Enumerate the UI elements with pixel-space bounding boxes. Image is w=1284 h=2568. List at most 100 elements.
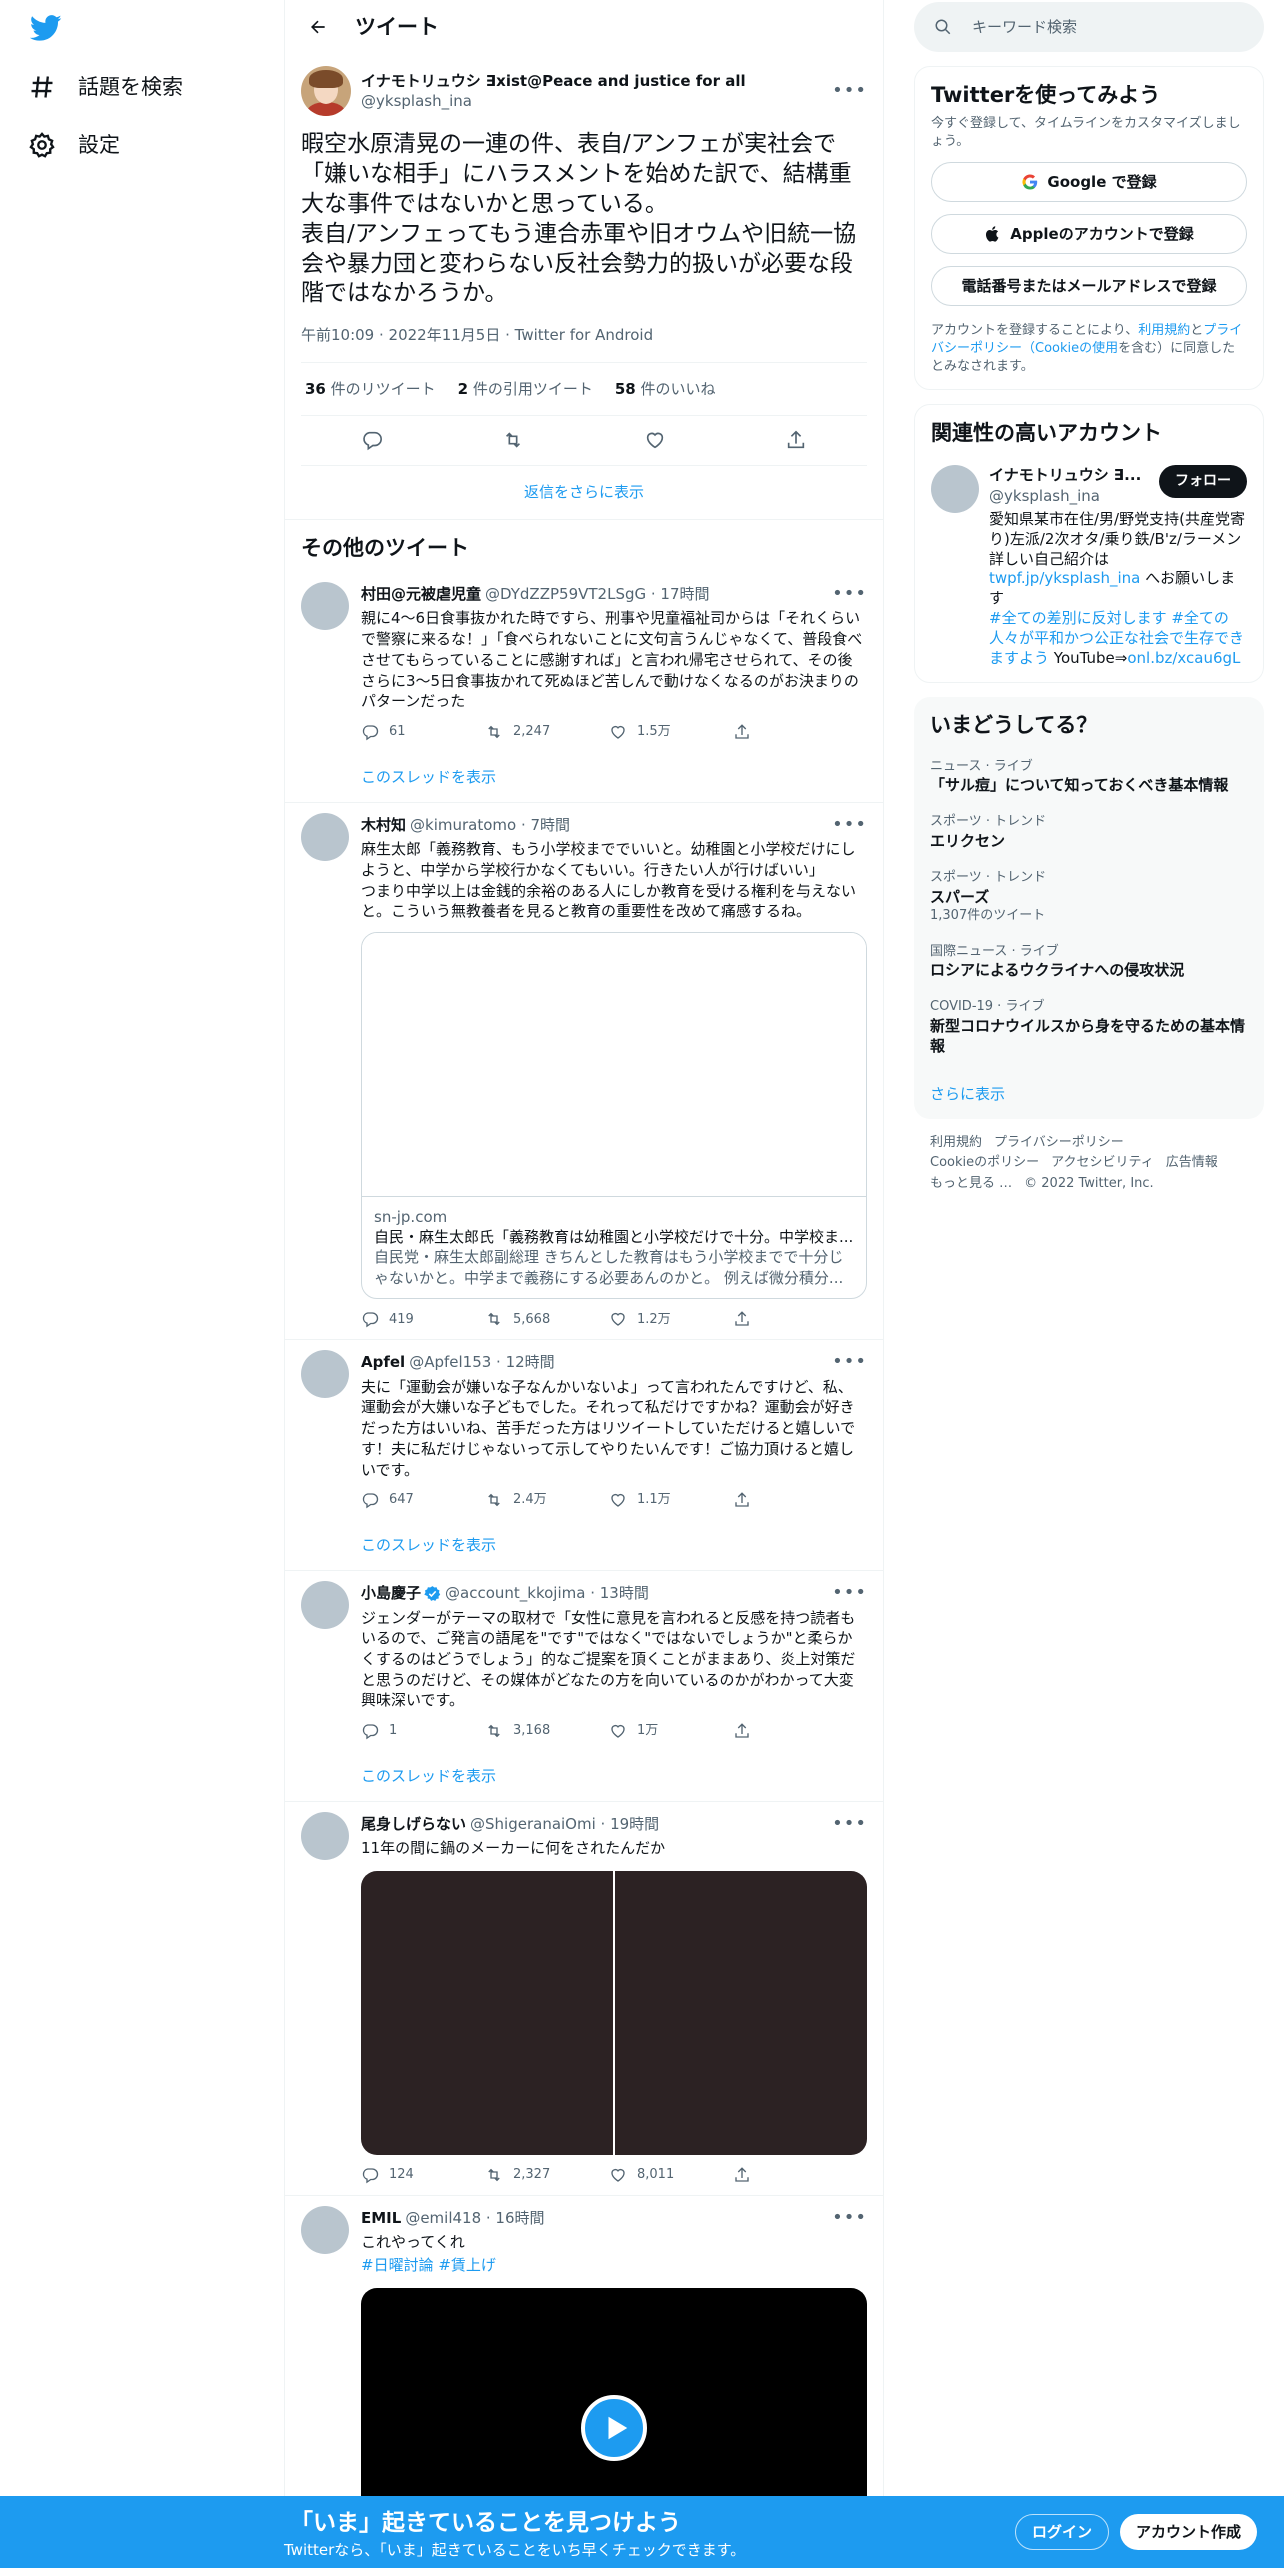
other-tweets-title: その他のツイート: [301, 535, 469, 560]
trend-item[interactable]: COVID-19 · ライブ 新型コロナウイルスから身を守るための基本情報: [930, 998, 1248, 1056]
author-name[interactable]: イナモトリュウシ ∃xist@Peace and justice for all: [361, 71, 832, 91]
share-button[interactable]: [733, 1310, 857, 1328]
list-item[interactable]: 村田@元被虐児童 @DYdZZP59VT2LSgG · 17時間 ••• 親に4～6…: [285, 572, 883, 803]
avatar[interactable]: [301, 1811, 349, 1860]
footer-link[interactable]: 利用規約: [930, 1133, 982, 1154]
retweet-count[interactable]: 36 件のリツイート: [305, 379, 436, 399]
reply-button[interactable]: 419: [361, 1310, 485, 1328]
terms-link[interactable]: 利用規約: [1138, 323, 1190, 338]
list-item[interactable]: 小島慶子 @account_kkojima · 13時間 ••• ジェンダーがテーマ…: [285, 1571, 883, 1802]
footer-link[interactable]: プライバシーポリシー: [994, 1133, 1124, 1154]
more-options-icon[interactable]: •••: [832, 1812, 867, 1836]
account-name[interactable]: イナモトリュウシ ∃...: [989, 465, 1151, 485]
show-thread-link[interactable]: このスレッドを表示: [361, 1520, 867, 1570]
like-count[interactable]: 58 件のいいね: [615, 379, 716, 399]
nav-settings[interactable]: 設定: [28, 120, 120, 170]
share-button[interactable]: [733, 1491, 857, 1509]
account-item[interactable]: イナモトリュウシ ∃... @yksplash_ina フォロー 愛知県某市在住…: [931, 465, 1247, 668]
retweet-button[interactable]: 2,247: [485, 723, 609, 741]
like-button[interactable]: 1.5万: [609, 723, 733, 741]
tweet-time[interactable]: 午前10:09: [301, 326, 374, 344]
tweet-hashtags[interactable]: #日曜討論 #賃上げ: [361, 2255, 867, 2276]
tweet-actions: 124 2,327 8,011: [361, 2155, 867, 2195]
list-item[interactable]: 木村知 @kimuratomo · 7時間 ••• 麻生太郎「義務教育、もう小学校ま…: [285, 803, 883, 1341]
share-icon[interactable]: [785, 429, 807, 451]
play-icon[interactable]: [581, 2394, 647, 2461]
avatar[interactable]: [301, 582, 349, 631]
more-options-icon[interactable]: •••: [832, 2206, 867, 2230]
avatar[interactable]: [301, 2205, 349, 2254]
reply-button[interactable]: 61: [361, 723, 485, 741]
author-name[interactable]: 尾身しげらない: [361, 1814, 466, 1834]
reply-button[interactable]: 1: [361, 1722, 485, 1740]
author-name[interactable]: EMIL: [361, 2208, 401, 2228]
follow-button[interactable]: フォロー: [1159, 465, 1247, 499]
tweet-media[interactable]: [361, 1870, 867, 2155]
footer-link[interactable]: Cookieのポリシー: [930, 1153, 1039, 1174]
list-item[interactable]: EMIL @emil418 · 16時間 ••• これやってくれ #日曜討論 #賃上…: [285, 2196, 883, 2548]
share-button[interactable]: [733, 723, 857, 741]
show-thread-link[interactable]: このスレッドを表示: [361, 1751, 867, 1801]
like-button[interactable]: 8,011: [609, 2166, 733, 2184]
like-icon[interactable]: [644, 429, 666, 451]
reply-button[interactable]: 647: [361, 1491, 485, 1509]
list-item[interactable]: Apfel @Apfel153 · 12時間 ••• 夫に「運動会が嫌いな子なんかい…: [285, 1340, 883, 1572]
author-handle[interactable]: @yksplash_ina: [361, 91, 832, 111]
author-name[interactable]: 小島慶子: [361, 1583, 421, 1603]
bio-link[interactable]: twpf.jp/yksplash_ina: [989, 569, 1140, 587]
bio-youtube-link[interactable]: onl.bz/xcau6gL: [1127, 649, 1240, 667]
trend-item[interactable]: ニュース · ライブ 「サル痘」について知っておくべき基本情報: [930, 758, 1248, 796]
retweet-button[interactable]: 2,327: [485, 2166, 609, 2184]
trend-item[interactable]: 国際ニュース · ライブ ロシアによるウクライナへの侵攻状況: [930, 943, 1248, 981]
footer-link[interactable]: アクセシビリティ: [1051, 1153, 1154, 1174]
reply-icon[interactable]: [361, 429, 383, 451]
tweet-date[interactable]: 2022年11月5日: [389, 326, 501, 344]
footer-link[interactable]: もっと見る …: [930, 1174, 1012, 1195]
retweet-button[interactable]: 2.4万: [485, 1491, 609, 1509]
footer-link[interactable]: 広告情報: [1166, 1153, 1218, 1174]
nav-explore[interactable]: 話題を検索: [28, 62, 183, 112]
media-image[interactable]: [615, 1870, 867, 2155]
retweet-button[interactable]: 3,168: [485, 1722, 609, 1740]
more-options-icon[interactable]: •••: [832, 813, 867, 837]
more-options-icon[interactable]: •••: [832, 1350, 867, 1374]
quote-count[interactable]: 2 件の引用ツイート: [458, 379, 593, 399]
like-button[interactable]: 1万: [609, 1722, 733, 1740]
retweet-button[interactable]: 5,668: [485, 1310, 609, 1328]
show-more-replies-link[interactable]: 返信をさらに表示: [285, 466, 883, 520]
more-options-icon[interactable]: •••: [832, 1581, 867, 1605]
show-more-trends-link[interactable]: さらに表示: [930, 1084, 1248, 1104]
like-button[interactable]: 1.1万: [609, 1491, 733, 1509]
back-arrow-icon[interactable]: [301, 10, 335, 44]
signup-button[interactable]: アカウント作成: [1120, 2514, 1258, 2550]
media-image[interactable]: [361, 1870, 613, 2155]
twitter-logo-icon[interactable]: [29, 12, 66, 48]
avatar[interactable]: [301, 1350, 349, 1399]
login-button[interactable]: ログイン: [1015, 2514, 1110, 2550]
more-options-icon[interactable]: •••: [832, 582, 867, 606]
nav-explore-label: 話題を検索: [78, 74, 183, 99]
google-signup-button[interactable]: Google で登録: [931, 162, 1247, 203]
more-options-icon[interactable]: •••: [832, 79, 867, 103]
share-button[interactable]: [733, 1722, 857, 1740]
avatar[interactable]: [301, 1581, 349, 1630]
author-name[interactable]: 木村知: [361, 815, 406, 835]
phone-email-signup-button[interactable]: 電話番号またはメールアドレスで登録: [931, 266, 1247, 307]
avatar[interactable]: [301, 812, 349, 861]
account-handle[interactable]: @yksplash_ina: [989, 486, 1151, 506]
like-button[interactable]: 1.2万: [609, 1310, 733, 1328]
author-name[interactable]: Apfel: [361, 1352, 405, 1372]
apple-signup-button[interactable]: Appleのアカウントで登録: [931, 214, 1247, 255]
trend-item[interactable]: スポーツ · トレンド エリクセン: [930, 813, 1248, 851]
search-input[interactable]: キーワード検索: [914, 2, 1264, 52]
avatar[interactable]: [301, 66, 351, 116]
retweet-icon[interactable]: [502, 429, 524, 451]
show-thread-link[interactable]: このスレッドを表示: [361, 752, 867, 802]
author-name[interactable]: 村田@元被虐児童: [361, 584, 481, 604]
share-button[interactable]: [733, 2166, 857, 2184]
link-card[interactable]: sn-jp.com 自民・麻生太郎氏「義務教育は幼稚園と小学校だけで十分。中学校…: [361, 931, 867, 1300]
reply-button[interactable]: 124: [361, 2166, 485, 2184]
avatar[interactable]: [931, 465, 979, 514]
list-item[interactable]: 尾身しげらない @ShigeranaiOmi · 19時間 ••• 11年の間に鍋の…: [285, 1802, 883, 2196]
trend-item[interactable]: スポーツ · トレンド スパーズ 1,307件のツイート: [930, 869, 1248, 924]
